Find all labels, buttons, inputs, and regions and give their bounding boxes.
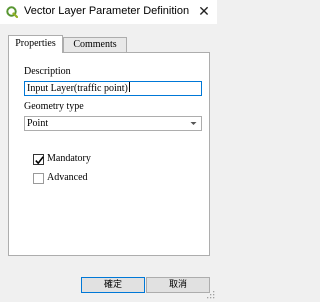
mandatory-label[interactable]: Mandatory <box>47 153 91 164</box>
geometry-type-select[interactable]: Point <box>24 116 202 131</box>
advanced-label[interactable]: Advanced <box>47 172 88 183</box>
tab-properties[interactable]: Properties <box>8 35 63 53</box>
text-caret <box>128 82 130 92</box>
properties-panel: Description Input Layer(traffic point) G… <box>8 52 210 256</box>
close-icon[interactable]: ✕ <box>196 3 212 19</box>
mandatory-checkbox[interactable] <box>33 154 44 165</box>
resize-grip-icon[interactable] <box>206 290 215 299</box>
cancel-button[interactable]: 取消 <box>146 277 210 293</box>
description-value: Input Layer(traffic point) <box>27 83 128 94</box>
description-input[interactable]: Input Layer(traffic point) <box>24 81 202 96</box>
qgis-icon <box>6 6 19 19</box>
geometry-type-value: Point <box>27 118 49 129</box>
checkmark-icon <box>35 156 44 165</box>
description-label: Description <box>24 66 71 77</box>
advanced-checkbox[interactable] <box>33 173 44 184</box>
geometry-type-label: Geometry type <box>24 101 84 112</box>
ok-button[interactable]: 確定 <box>81 277 145 293</box>
title-bar[interactable]: Vector Layer Parameter Definition ✕ <box>0 0 217 24</box>
window-title: Vector Layer Parameter Definition <box>24 5 190 17</box>
tab-comments[interactable]: Comments <box>63 37 127 52</box>
chevron-down-icon <box>188 118 199 129</box>
